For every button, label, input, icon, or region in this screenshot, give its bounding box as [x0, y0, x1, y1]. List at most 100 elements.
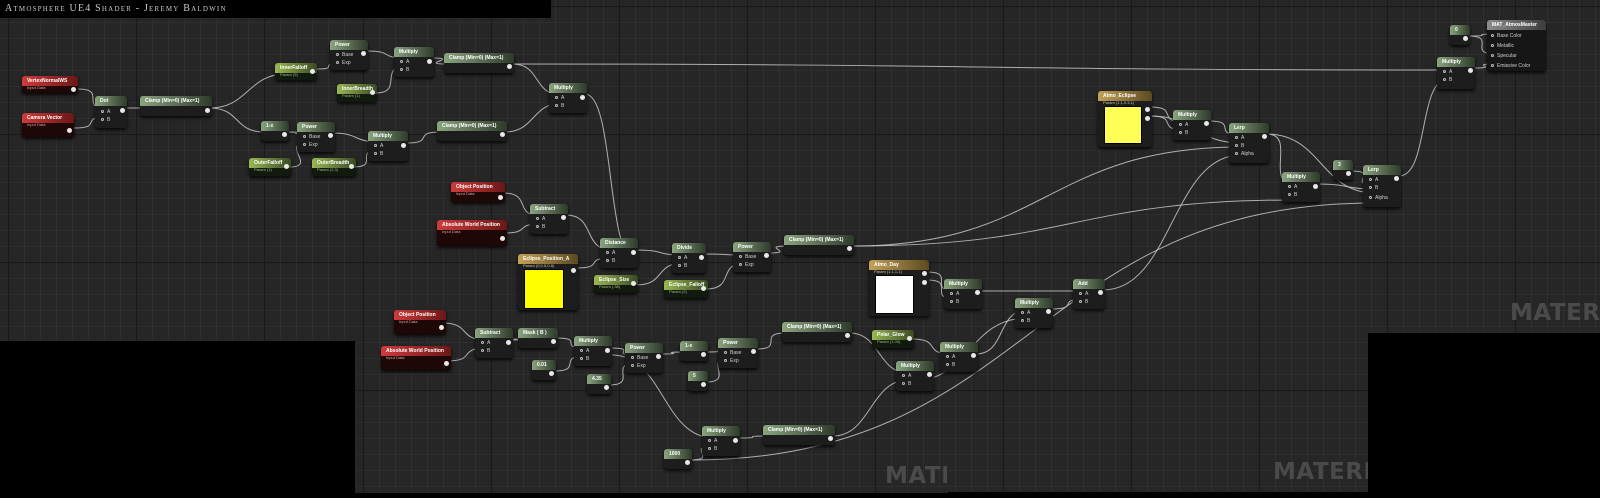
- output-pin[interactable]: [282, 132, 287, 137]
- constant-node[interactable]: 0.01: [532, 360, 556, 380]
- constant-node[interactable]: 5: [688, 371, 708, 391]
- output-pin[interactable]: [71, 87, 76, 92]
- output-pin[interactable]: [828, 436, 833, 441]
- output-pin[interactable]: [500, 132, 505, 137]
- input-pin-exp[interactable]: Exp: [303, 142, 318, 148]
- output-pin[interactable]: [699, 255, 704, 260]
- input-pin-exp[interactable]: Exp: [631, 363, 646, 369]
- clamp-node[interactable]: Clamp (Min=0) (Max=1): [444, 53, 514, 73]
- input-pin-a[interactable]: A: [554, 95, 564, 101]
- input-pin-b[interactable]: B: [1442, 77, 1452, 83]
- input-pin-a[interactable]: A: [945, 354, 955, 360]
- input-pin-a[interactable]: A: [1442, 69, 1452, 75]
- output-pin[interactable]: [370, 90, 375, 95]
- object-position-node[interactable]: Object Position Input Data: [394, 310, 446, 334]
- input-pin-b[interactable]: B: [1078, 299, 1088, 305]
- object-position-node[interactable]: Object Position Input Data: [451, 182, 505, 202]
- one-minus-node[interactable]: 1-x: [680, 341, 708, 361]
- input-pin-b[interactable]: B: [399, 67, 409, 73]
- input-pin-a[interactable]: A: [1287, 184, 1297, 190]
- input-pin-a[interactable]: A: [1234, 135, 1244, 141]
- input-pin-base[interactable]: Base: [630, 355, 648, 361]
- output-pin[interactable]: [1313, 184, 1318, 189]
- output-pin[interactable]: [751, 349, 756, 354]
- input-pin-a[interactable]: A: [1078, 291, 1088, 297]
- outer-breadth-param[interactable]: OuterBreadth Param (2.3): [312, 158, 356, 176]
- eclipse-falloff-param[interactable]: Eclipse_Falloff Param (2): [664, 280, 708, 298]
- power-node[interactable]: Power Base Exp: [733, 242, 771, 272]
- subtract-node[interactable]: Subtract A B: [475, 328, 513, 358]
- atmo-eclipse-param[interactable]: Atmo_Eclipse Param (1,1,0.3,1): [1098, 91, 1152, 147]
- absolute-world-position-node[interactable]: Absolute World Position Input Data: [437, 220, 507, 246]
- input-pin-b[interactable]: B: [1020, 318, 1030, 324]
- input-pin-base[interactable]: Base: [335, 52, 353, 58]
- input-pin-metallic[interactable]: Metallic: [1491, 43, 1514, 49]
- input-pin-b[interactable]: B: [707, 446, 717, 452]
- input-pin-a[interactable]: A: [399, 59, 409, 65]
- output-pin[interactable]: [561, 215, 566, 220]
- dot-node[interactable]: Dot A B: [95, 96, 127, 128]
- output-pin[interactable]: [927, 372, 932, 377]
- output-pin[interactable]: [120, 108, 125, 113]
- input-pin-b[interactable]: B: [579, 356, 589, 362]
- input-pin-base[interactable]: Base: [723, 350, 741, 356]
- input-pin-exp[interactable]: Exp: [739, 262, 754, 268]
- input-pin-a[interactable]: A: [1368, 177, 1378, 183]
- lerp-node[interactable]: Lerp A B Alpha: [1229, 123, 1269, 163]
- input-pin-b[interactable]: B: [373, 151, 383, 157]
- input-pin-a[interactable]: A: [100, 109, 110, 115]
- output-pin[interactable]: [507, 64, 512, 69]
- output-pin[interactable]: [605, 348, 610, 353]
- input-pin-b[interactable]: B: [901, 381, 911, 387]
- input-pin-alpha[interactable]: Alpha: [1235, 151, 1254, 157]
- subtract-node[interactable]: Subtract A B: [530, 204, 568, 234]
- output-pin[interactable]: [1262, 134, 1267, 139]
- output-pin[interactable]: [701, 286, 706, 291]
- input-pin-base[interactable]: Base: [738, 254, 756, 260]
- multiply-node[interactable]: Multiply A B: [702, 426, 740, 456]
- output-pin[interactable]: [571, 268, 576, 273]
- input-pin-b[interactable]: B: [605, 258, 615, 264]
- input-pin-a[interactable]: A: [480, 340, 490, 346]
- clamp-node[interactable]: Clamp (Min=0) (Max=1): [782, 322, 852, 342]
- input-pin-base[interactable]: Base: [302, 134, 320, 140]
- output-pin[interactable]: [310, 69, 315, 74]
- power-node[interactable]: Power Base Exp: [718, 338, 758, 368]
- output-pin[interactable]: [549, 371, 554, 376]
- output-pin[interactable]: [427, 59, 432, 64]
- outer-falloff-param[interactable]: OuterFalloff Param (1): [249, 158, 291, 176]
- output-pin[interactable]: [733, 438, 738, 443]
- vertex-normal-node[interactable]: VertexNormalWS Input Data: [22, 76, 78, 93]
- input-pin-base-color[interactable]: Base Color: [1491, 33, 1522, 39]
- output-pin[interactable]: [1145, 116, 1150, 121]
- output-pin[interactable]: [328, 133, 333, 138]
- input-pin-a[interactable]: A: [707, 438, 717, 444]
- output-pin[interactable]: [922, 280, 927, 285]
- mask-node[interactable]: Mask ( B ): [518, 328, 558, 348]
- absolute-world-position-node[interactable]: Absolute World Position Input Data: [381, 346, 451, 370]
- output-pin[interactable]: [506, 340, 511, 345]
- input-pin-b[interactable]: B: [535, 224, 545, 230]
- input-pin-b[interactable]: B: [945, 362, 955, 368]
- output-pin[interactable]: [1346, 171, 1351, 176]
- input-pin-b[interactable]: B: [480, 348, 490, 354]
- input-pin-a[interactable]: A: [1020, 310, 1030, 316]
- output-pin[interactable]: [1145, 107, 1150, 112]
- output-pin[interactable]: [922, 271, 927, 276]
- multiply-node[interactable]: Multiply A B: [940, 342, 978, 372]
- input-pin-a[interactable]: A: [605, 250, 615, 256]
- one-minus-node[interactable]: 1-x: [261, 121, 289, 141]
- input-pin-a[interactable]: A: [373, 143, 383, 149]
- multiply-node[interactable]: Multiply A B: [1015, 298, 1053, 328]
- output-pin[interactable]: [498, 195, 503, 200]
- power-node[interactable]: Power Base Exp: [330, 40, 368, 70]
- eclipse-position-param[interactable]: Eclipse_Position_A Param (0,0.5,0.8): [518, 254, 578, 310]
- input-pin-b[interactable]: B: [1368, 185, 1378, 191]
- clamp-node[interactable]: Clamp (Min=0) (Max=1): [763, 425, 835, 445]
- output-pin[interactable]: [361, 51, 366, 56]
- output-pin[interactable]: [500, 236, 505, 241]
- input-pin-a[interactable]: A: [949, 291, 959, 297]
- output-pin[interactable]: [1394, 176, 1399, 181]
- output-pin[interactable]: [1468, 68, 1473, 73]
- constant-node[interactable]: 1000: [664, 449, 692, 469]
